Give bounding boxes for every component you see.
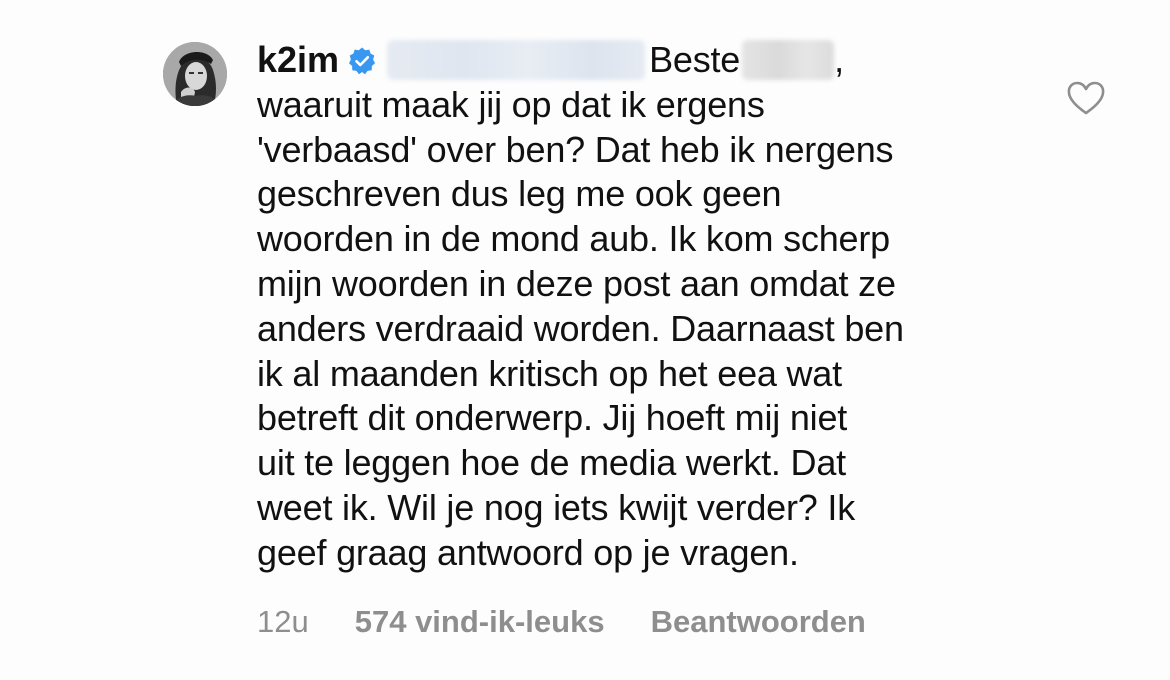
comment-line: ik al maanden kritisch op het eea wat [257,352,842,394]
comment-line: woorden in de mond aub. Ik kom scherp [257,218,890,260]
mention-redacted[interactable] [387,40,646,80]
comment-line: weet ik. Wil je nog iets kwijt verder? I… [257,486,855,528]
username[interactable]: k2im [257,39,339,80]
avatar[interactable] [163,42,227,106]
comment-line: mijn woorden in deze post aan omdat ze [257,262,896,304]
greeting-word: Beste [649,39,741,80]
reply-button[interactable]: Beantwoorden [651,604,866,639]
comment-line: uit te leggen hoe de media werkt. Dat [257,442,846,484]
comment-line: anders verdraaid worden. Daarnaast ben [257,307,904,349]
like-count[interactable]: 574 vind-ik-leuks [355,604,605,639]
greeting-punct: , [834,39,844,80]
comment-line: geschreven dus leg me ook geen [257,173,782,215]
comment-line: geef graag antwoord op je vragen. [257,531,799,573]
comment-time: 12u [257,604,309,639]
comment-meta: 12u 574 vind-ik-leuks Beantwoorden [257,604,866,640]
heart-outline-icon[interactable] [1066,80,1106,116]
comment-line: 'verbaasd' over ben? Dat heb ik nergens [257,128,894,170]
comment-first-line: k2im Beste, [257,38,1017,83]
comment-line: betreft dit onderwerp. Jij hoeft mij nie… [257,397,848,439]
comment-body: k2im Beste, waaruit maak jij op dat ik er… [257,38,1017,576]
name-redacted [742,40,835,80]
comment-line: waaruit maak jij op dat ik ergens [257,83,765,125]
verified-badge-icon [347,42,377,75]
comment: k2im Beste, waaruit maak jij op dat ik er… [0,0,1170,680]
